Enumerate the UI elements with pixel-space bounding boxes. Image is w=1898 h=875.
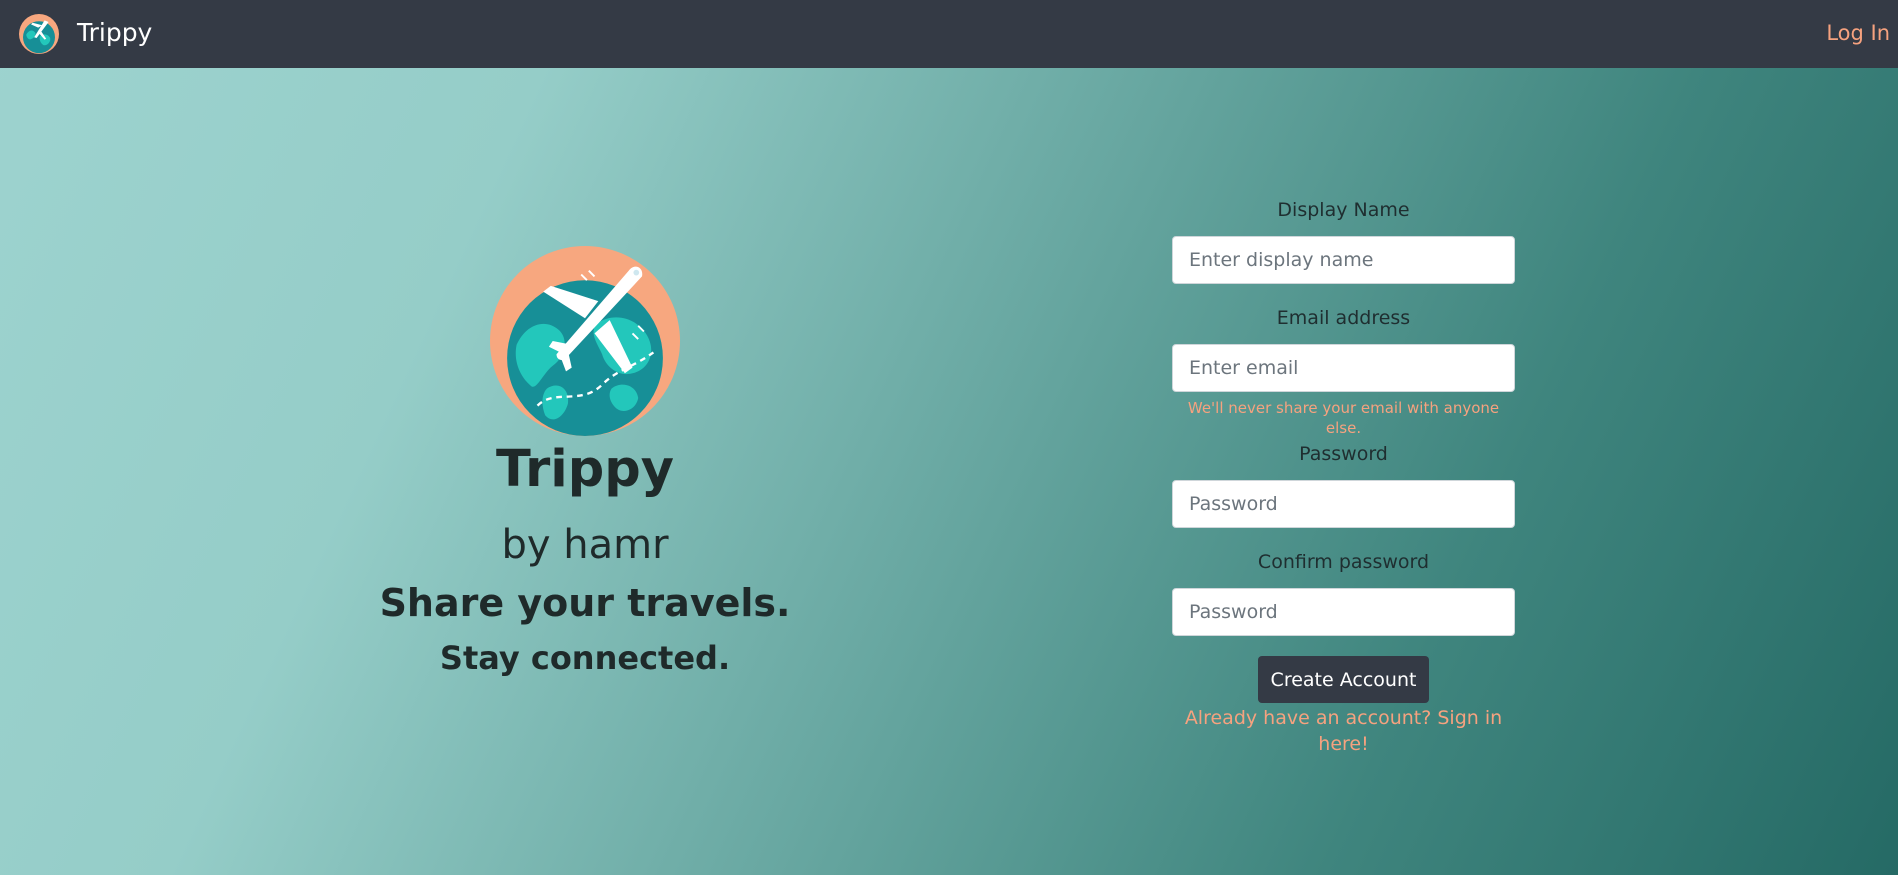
navbar: Trippy Log In — [0, 0, 1898, 68]
email-label: Email address — [1276, 307, 1411, 329]
signin-link[interactable]: Already have an account? Sign in here! — [1162, 705, 1525, 757]
display-name-input[interactable] — [1172, 236, 1515, 284]
hero-tagline-connect: Stay connected. — [439, 639, 731, 677]
hero-tagline-share: Share your travels. — [379, 581, 791, 625]
create-account-button[interactable]: Create Account — [1258, 656, 1429, 703]
display-name-label: Display Name — [1277, 199, 1410, 221]
confirm-password-label: Confirm password — [1257, 551, 1430, 573]
email-help-text: We'll never share your email with anyone… — [1187, 399, 1500, 437]
hero-title: Trippy — [495, 440, 675, 499]
password-input[interactable] — [1172, 480, 1515, 528]
hero-byline: by hamr — [501, 522, 669, 568]
login-link[interactable]: Log In — [1826, 19, 1890, 47]
globe-airplane-icon — [490, 246, 680, 436]
confirm-password-input[interactable] — [1172, 588, 1515, 636]
globe-airplane-icon[interactable] — [19, 14, 59, 54]
brand-name[interactable]: Trippy — [77, 17, 152, 49]
password-label: Password — [1299, 443, 1388, 465]
email-input[interactable] — [1172, 344, 1515, 392]
